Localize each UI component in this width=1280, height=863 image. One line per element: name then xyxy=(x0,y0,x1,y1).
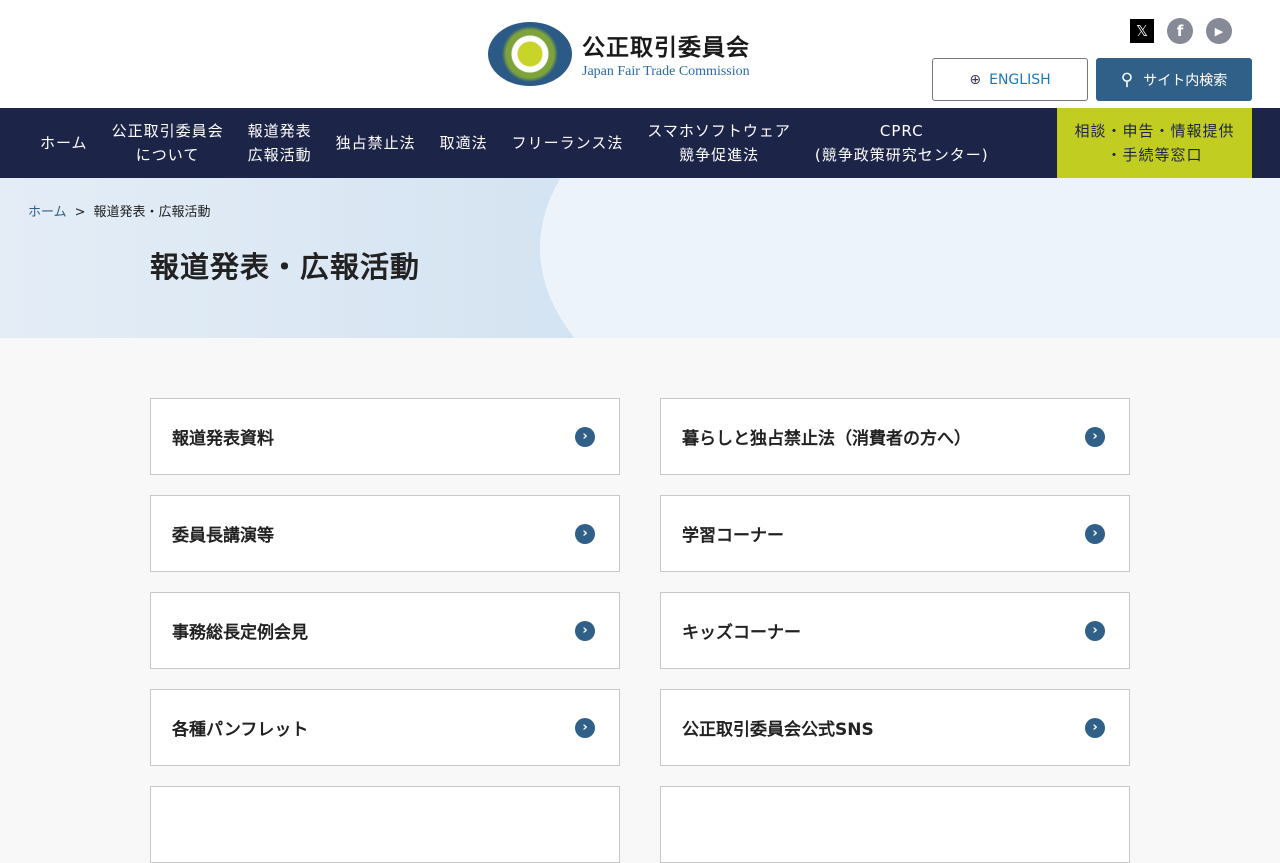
chevron-right-icon: › xyxy=(575,717,595,738)
globe-icon: ⊕ xyxy=(969,71,982,88)
search-icon: ⚲ xyxy=(1120,69,1134,90)
global-nav: ホーム 公正取引委員会 について 報道発表 広報活動 独占禁止法 取適法 フリーランス法ス… xyxy=(0,108,1280,178)
logo-title: 公正取引委員会 xyxy=(582,35,750,61)
breadcrumb-current: 報道発表・広報活動 xyxy=(93,205,211,220)
link-card[interactable]: 暮らしと独占禁止法（消費者の方へ） › xyxy=(660,398,1130,475)
card-label: キッズコーナー xyxy=(682,623,801,643)
nav-item[interactable]: 報道発表 広報活動 xyxy=(236,108,324,178)
site-search-button[interactable]: ⚲ サイト内検索 xyxy=(1096,58,1252,101)
chevron-right-icon: › xyxy=(575,620,595,641)
youtube-icon[interactable]: ▶ xyxy=(1206,18,1232,44)
nav-item[interactable]: フリーランス法 xyxy=(500,108,636,178)
chevron-right-icon: › xyxy=(575,426,595,447)
link-card[interactable]: 公正取引委員会公式SNS › xyxy=(660,689,1130,766)
english-label: ENGLISH xyxy=(989,71,1051,88)
social-links: 𝕏 f ▶ xyxy=(1130,18,1232,44)
page-title: 報道発表・広報活動 xyxy=(150,250,421,284)
card-label: 事務総長定例会見 xyxy=(172,623,308,643)
chevron-right-icon: › xyxy=(1085,717,1105,738)
link-card-grid: 報道発表資料 › 暮らしと独占禁止法（消費者の方へ） › 委員長講演等 › 学習コーナー › 事… xyxy=(150,398,1130,863)
breadcrumb-home[interactable]: ホーム xyxy=(28,205,67,220)
site-header: 公正取引委員会 Japan Fair Trade Commission 𝕏 f … xyxy=(0,0,1280,108)
nav-item[interactable]: スマホソフトウェア 競争促進法 xyxy=(635,108,803,178)
link-card[interactable] xyxy=(660,786,1130,863)
link-card[interactable]: 学習コーナー › xyxy=(660,495,1130,572)
breadcrumb-separator: > xyxy=(74,205,86,220)
nav-item[interactable]: 独占禁止法 xyxy=(324,108,428,178)
site-logo[interactable]: 公正取引委員会 Japan Fair Trade Commission xyxy=(488,22,750,86)
nav-item[interactable]: 相談・申告・情報提供 ・手続等窓口 xyxy=(1057,108,1252,178)
card-label: 報道発表資料 xyxy=(172,429,274,449)
search-label: サイト内検索 xyxy=(1143,72,1228,89)
english-button[interactable]: ⊕ ENGLISH xyxy=(932,58,1088,101)
link-card[interactable]: キッズコーナー › xyxy=(660,592,1130,669)
nav-item[interactable]: 公正取引委員会 について xyxy=(100,108,236,178)
link-card[interactable]: 報道発表資料 › xyxy=(150,398,620,475)
chevron-right-icon: › xyxy=(575,523,595,544)
link-card[interactable] xyxy=(150,786,620,863)
chevron-right-icon: › xyxy=(1085,620,1105,641)
nav-item[interactable]: 取適法 xyxy=(428,108,500,178)
nav-item[interactable]: ホーム xyxy=(28,108,100,178)
card-label: 公正取引委員会公式SNS xyxy=(682,720,874,740)
card-label: 学習コーナー xyxy=(682,526,784,546)
logo-subtitle: Japan Fair Trade Commission xyxy=(582,64,750,79)
link-card[interactable]: 委員長講演等 › xyxy=(150,495,620,572)
jftc-emblem-icon xyxy=(488,22,572,86)
breadcrumb: ホーム > 報道発表・広報活動 xyxy=(28,201,211,220)
link-card[interactable]: 各種パンフレット › xyxy=(150,689,620,766)
x-icon[interactable]: 𝕏 xyxy=(1130,19,1154,43)
link-card[interactable]: 事務総長定例会見 › xyxy=(150,592,620,669)
page-hero: ホーム > 報道発表・広報活動 報道発表・広報活動 xyxy=(0,178,1280,338)
chevron-right-icon: › xyxy=(1085,426,1105,447)
card-label: 暮らしと独占禁止法（消費者の方へ） xyxy=(682,429,971,449)
nav-item[interactable]: CPRC (競争政策研究センター) xyxy=(803,108,1001,178)
card-label: 委員長講演等 xyxy=(172,526,274,546)
facebook-icon[interactable]: f xyxy=(1167,18,1193,44)
chevron-right-icon: › xyxy=(1085,523,1105,544)
card-label: 各種パンフレット xyxy=(172,720,309,740)
